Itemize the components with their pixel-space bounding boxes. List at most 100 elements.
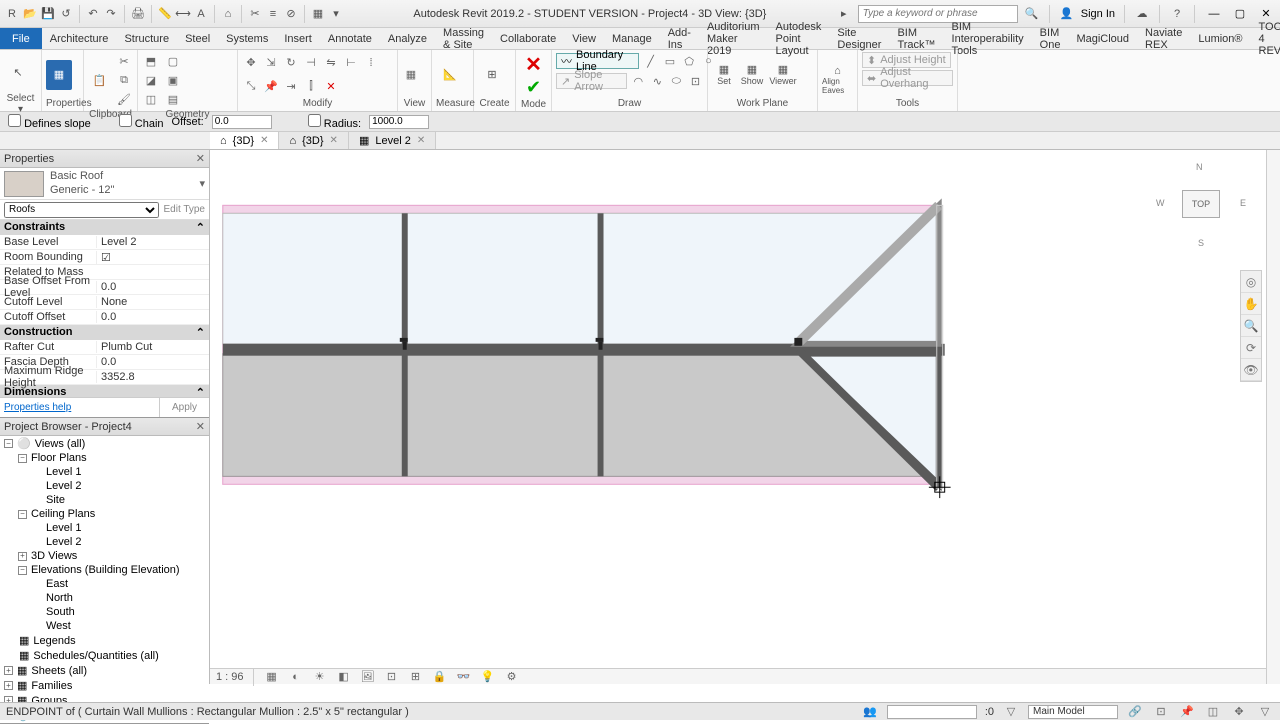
wp-set-button[interactable]: ▦Set bbox=[712, 55, 736, 95]
search-icon[interactable]: 🔍 bbox=[1024, 6, 1040, 22]
mirror-icon[interactable]: ⇋ bbox=[322, 54, 340, 72]
dim-icon[interactable]: ⟷ bbox=[175, 6, 191, 22]
tab-auditorium[interactable]: Auditorium Maker 2019 bbox=[699, 28, 768, 49]
geom-a-icon[interactable]: ▢ bbox=[164, 52, 182, 70]
sb-select-underlay-icon[interactable]: ⊡ bbox=[1152, 703, 1170, 721]
create-button[interactable]: ⊞ bbox=[478, 55, 506, 95]
join-icon[interactable]: ◫ bbox=[142, 90, 160, 108]
expand-icon[interactable]: − bbox=[18, 566, 27, 575]
tab-biminterop[interactable]: BIM Interoperability Tools bbox=[944, 28, 1032, 49]
viewcube-face[interactable]: TOP bbox=[1182, 190, 1220, 218]
sun-path-icon[interactable]: ☀ bbox=[311, 668, 329, 686]
visual-style-icon[interactable]: ◐ bbox=[287, 668, 305, 686]
save-icon[interactable]: 💾 bbox=[40, 6, 56, 22]
radius-check[interactable]: Radius: bbox=[308, 114, 361, 130]
redo-icon[interactable]: ↷ bbox=[103, 6, 119, 22]
expand-icon[interactable]: + bbox=[4, 681, 13, 690]
viewtab-3d-2[interactable]: ⌂{3D}✕ bbox=[279, 132, 348, 149]
geom-c-icon[interactable]: ▤ bbox=[164, 90, 182, 108]
defines-slope-check[interactable]: Defines slope bbox=[8, 114, 91, 130]
browser-c-level2[interactable]: Level 2 bbox=[0, 535, 209, 549]
prop-cutoff-level[interactable]: None bbox=[96, 296, 209, 308]
nav-pan-icon[interactable]: ✋ bbox=[1241, 293, 1261, 315]
prop-max-ridge[interactable]: 3352.8 bbox=[96, 371, 209, 383]
wp-show-button[interactable]: ▦Show bbox=[738, 55, 766, 95]
cut-geom-icon[interactable]: ◪ bbox=[142, 71, 160, 89]
copy-icon[interactable]: ⧉ bbox=[115, 71, 133, 89]
right-scrollbar[interactable] bbox=[1266, 150, 1280, 684]
offset-icon[interactable]: ⇥ bbox=[282, 77, 300, 95]
expand-icon[interactable]: + bbox=[18, 552, 27, 561]
tab-sitedesigner[interactable]: Site Designer bbox=[829, 28, 889, 49]
wp-viewer-button[interactable]: ▦Viewer bbox=[768, 55, 798, 95]
draw-arc-icon[interactable]: ◠ bbox=[631, 72, 646, 90]
shadows-icon[interactable]: ◧ bbox=[335, 668, 353, 686]
apply-button[interactable]: Apply bbox=[159, 398, 209, 417]
tab-lumion[interactable]: Lumion® bbox=[1190, 28, 1250, 49]
user-icon[interactable]: 👤 bbox=[1059, 6, 1075, 22]
move-icon[interactable]: ✥ bbox=[242, 54, 260, 72]
draw-ellipse-icon[interactable]: ⬭ bbox=[669, 72, 684, 90]
close-icon[interactable]: ✕ bbox=[330, 135, 338, 146]
close-icon[interactable]: ✕ bbox=[417, 135, 425, 146]
worksharing-icon[interactable]: ⚙ bbox=[503, 668, 521, 686]
undo-icon[interactable]: ↶ bbox=[85, 6, 101, 22]
radius-input[interactable] bbox=[369, 115, 429, 129]
sb-filter2-icon[interactable]: ▽ bbox=[1256, 703, 1274, 721]
crop-show-icon[interactable]: ⊞ bbox=[407, 668, 425, 686]
expand-icon[interactable]: − bbox=[4, 439, 13, 448]
align-eaves-button[interactable]: ⌂Align Eaves bbox=[822, 60, 853, 100]
browser-c-level1[interactable]: Level 1 bbox=[0, 521, 209, 535]
close-hidden-icon[interactable]: ⊘ bbox=[283, 6, 299, 22]
tab-naviate[interactable]: Naviate REX bbox=[1137, 28, 1190, 49]
browser-sheets[interactable]: Sheets (all) bbox=[31, 665, 87, 677]
browser-site[interactable]: Site bbox=[0, 493, 209, 507]
view-panel-icon[interactable]: ▦ bbox=[402, 66, 420, 84]
browser-legends[interactable]: Legends bbox=[33, 635, 75, 647]
tab-architecture[interactable]: Architecture bbox=[42, 28, 117, 49]
tab-massing[interactable]: Massing & Site bbox=[435, 28, 492, 49]
edit-type-button[interactable]: Edit Type bbox=[163, 204, 205, 215]
help-icon[interactable]: ? bbox=[1169, 6, 1185, 22]
browser-ceiling[interactable]: Ceiling Plans bbox=[31, 508, 95, 520]
browser-families[interactable]: Families bbox=[31, 680, 72, 692]
chain-check[interactable]: Chain bbox=[119, 114, 164, 130]
close-icon[interactable]: ✕ bbox=[260, 135, 268, 146]
boundary-line-button[interactable]: 〰Boundary Line bbox=[556, 53, 639, 69]
browser-schedules[interactable]: Schedules/Quantities (all) bbox=[33, 650, 158, 662]
signin-label[interactable]: Sign In bbox=[1081, 8, 1115, 20]
tab-insert[interactable]: Insert bbox=[276, 28, 320, 49]
modify-tool-button[interactable]: ↖ bbox=[4, 52, 32, 92]
browser-east[interactable]: East bbox=[0, 577, 209, 591]
delete-icon[interactable]: ✕ bbox=[322, 77, 340, 95]
drawing-canvas[interactable]: N S W E TOP ◎ ✋ 🔍 ⟳ 👁 B BIMarabia bbox=[210, 150, 1266, 684]
sb-filter-icon[interactable]: ▽ bbox=[1002, 703, 1020, 721]
matchtype-icon[interactable]: 🖌 bbox=[115, 90, 133, 108]
cancel-mode-button[interactable]: ✕ bbox=[525, 52, 542, 77]
nav-zoom-icon[interactable]: 🔍 bbox=[1241, 315, 1261, 337]
adjust-overhang-button[interactable]: ⬌Adjust Overhang bbox=[862, 70, 953, 86]
cut-icon[interactable]: ✂ bbox=[115, 52, 133, 70]
browser-north[interactable]: North bbox=[0, 591, 209, 605]
tab-collaborate[interactable]: Collaborate bbox=[492, 28, 564, 49]
tab-systems[interactable]: Systems bbox=[218, 28, 276, 49]
prop-room-bounding[interactable]: ☑ bbox=[96, 251, 209, 264]
measure-button[interactable]: 📐 bbox=[436, 55, 464, 95]
section-icon[interactable]: ✂ bbox=[247, 6, 263, 22]
paste-button[interactable]: 📋 bbox=[88, 60, 111, 100]
scale-label[interactable]: 1 : 96 bbox=[216, 671, 244, 683]
detail-level-icon[interactable]: ▦ bbox=[263, 668, 281, 686]
maximize-button[interactable]: ▢ bbox=[1230, 6, 1250, 22]
prop-fascia-depth[interactable]: 0.0 bbox=[96, 356, 209, 368]
browser-elevations[interactable]: Elevations (Building Elevation) bbox=[31, 564, 180, 576]
offset-input[interactable] bbox=[212, 115, 272, 129]
draw-poly-icon[interactable]: ⬠ bbox=[682, 52, 697, 70]
align-icon[interactable]: ⫿ bbox=[302, 77, 320, 95]
prop-rafter-cut[interactable]: Plumb Cut bbox=[96, 341, 209, 353]
infocenter-arrow-icon[interactable]: ▸ bbox=[836, 6, 852, 22]
lock3d-icon[interactable]: 🔒 bbox=[431, 668, 449, 686]
sb-select-links-icon[interactable]: 🔗 bbox=[1126, 703, 1144, 721]
expand-icon[interactable]: + bbox=[4, 666, 13, 675]
nav-wheel-icon[interactable]: ◎ bbox=[1241, 271, 1261, 293]
sync-icon[interactable]: ↺ bbox=[58, 6, 74, 22]
